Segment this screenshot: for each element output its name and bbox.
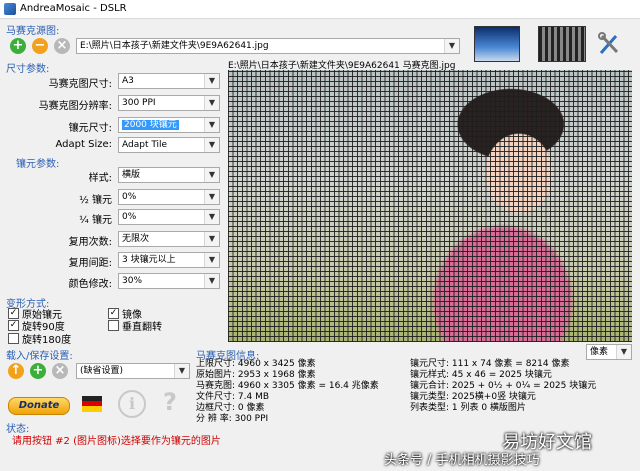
- reuse-count-label: 复用次数:: [68, 237, 112, 248]
- units-select[interactable]: 像素 ▼: [586, 344, 632, 360]
- style-label: 样式:: [88, 173, 112, 184]
- title-bar: AndreaMosaic - DSLR: [0, 0, 640, 19]
- original-tile-checkbox[interactable]: ✓: [8, 308, 19, 319]
- image-list-icon[interactable]: [474, 26, 520, 62]
- info-icon[interactable]: i: [118, 390, 146, 418]
- info-file-size: 文件尺寸: 7.4 MB: [196, 392, 270, 402]
- info-resolution: 分 辨 率: 300 PPI: [196, 414, 269, 424]
- color-change-label: 颜色修改:: [68, 279, 112, 290]
- source-path-select[interactable]: E:\照片\日本孩子\新建文件夹\9E9A62641.jpg ▼: [76, 38, 460, 54]
- add-image-button[interactable]: +: [10, 38, 26, 54]
- half-tile-value: 0%: [122, 192, 137, 202]
- resolution-value: 300 PPI: [122, 98, 156, 108]
- save-settings-button[interactable]: +: [30, 363, 46, 379]
- vertical-flip-checkbox[interactable]: [108, 320, 119, 331]
- info-tile-total: 镶元合计: 2025 + 0½ + 0¼ = 2025 块镶元: [410, 381, 597, 391]
- info-border-size: 边框尺寸: 0 像素: [196, 403, 265, 413]
- style-value: 横版: [122, 170, 141, 180]
- tile-count-label: 镶元尺寸:: [68, 123, 112, 134]
- adapt-size-label: Adapt Size:: [55, 139, 112, 150]
- load-settings-button[interactable]: ↑: [8, 363, 24, 379]
- resolution-select[interactable]: 300 PPI ▼: [118, 95, 220, 111]
- tile-count-value: 2000 块镶元: [122, 120, 179, 130]
- mirror-checkbox[interactable]: ✓: [108, 308, 119, 319]
- resolution-label: 马赛克图分辨率:: [38, 101, 112, 112]
- watermark-caption: 头条号 / 手机相机摄影技巧: [384, 453, 540, 468]
- delete-settings-button[interactable]: ×: [52, 363, 68, 379]
- preset-value: (缺省设置): [80, 366, 124, 376]
- rotate90-checkbox[interactable]: ✓: [8, 320, 19, 331]
- source-path-value: E:\照片\日本孩子\新建文件夹\9E9A62641.jpg: [80, 41, 269, 51]
- mosaic-size-label: 马赛克图尺寸:: [48, 79, 112, 90]
- adapt-size-value: Adapt Tile: [122, 140, 168, 150]
- quarter-tile-label: ¼ 镶元: [79, 215, 112, 226]
- tile-list-icon[interactable]: [538, 26, 586, 62]
- units-value: 像素: [590, 347, 609, 357]
- app-icon: [4, 3, 16, 15]
- mosaic-preview: [228, 70, 632, 342]
- chevron-down-icon: ▼: [444, 39, 459, 53]
- half-tile-select[interactable]: 0% ▼: [118, 189, 220, 205]
- mosaic-size-value: A3: [122, 76, 134, 86]
- reuse-distance-value: 3 块镶元以上: [122, 255, 176, 265]
- chevron-down-icon: ▼: [204, 74, 219, 88]
- chevron-down-icon: ▼: [174, 364, 189, 378]
- info-max-size: 上限尺寸: 4960 x 3425 像素: [196, 359, 316, 369]
- info-tile-layout: 镶元样式: 45 x 46 = 2025 块镶元: [410, 370, 552, 380]
- status-message: 请用按钮 #2 (图片图标)选择要作为镶元的图片: [12, 436, 221, 447]
- window-title: AndreaMosaic - DSLR: [20, 3, 127, 14]
- clear-button[interactable]: ×: [54, 38, 70, 54]
- style-select[interactable]: 横版 ▼: [118, 167, 220, 183]
- vertical-flip-label: 垂直翻转: [122, 322, 162, 333]
- donate-button[interactable]: Donate: [8, 397, 70, 415]
- rotate180-label: 旋转180度: [22, 335, 72, 346]
- chevron-down-icon: ▼: [204, 210, 219, 224]
- chevron-down-icon: ▼: [204, 232, 219, 246]
- info-list-type: 列表类型: 1 列表 0 横版图片: [410, 403, 526, 413]
- adapt-size-select[interactable]: Adapt Tile ▼: [118, 137, 220, 153]
- tile-count-select[interactable]: 2000 块镶元 ▼: [118, 117, 220, 133]
- preset-select[interactable]: (缺省设置) ▼: [76, 363, 190, 379]
- rotate180-checkbox[interactable]: [8, 333, 19, 344]
- info-original-image: 原始图片: 2953 x 1968 像素: [196, 370, 316, 380]
- chevron-down-icon: ▼: [204, 168, 219, 182]
- load-save-section-label: 载入/保存设置:: [6, 351, 73, 362]
- info-tile-size: 镶元尺寸: 111 x 74 像素 = 8214 像素: [410, 359, 570, 369]
- mosaic-size-select[interactable]: A3 ▼: [118, 73, 220, 89]
- chevron-down-icon: ▼: [204, 118, 219, 132]
- chevron-down-icon: ▼: [204, 190, 219, 204]
- color-change-value: 30%: [122, 276, 143, 286]
- half-tile-label: ½ 镶元: [79, 195, 112, 206]
- reuse-count-value: 无限次: [122, 234, 150, 244]
- reuse-count-select[interactable]: 无限次 ▼: [118, 231, 220, 247]
- chevron-down-icon: ▼: [204, 138, 219, 152]
- flag-icon[interactable]: [82, 396, 102, 412]
- color-change-select[interactable]: 30% ▼: [118, 273, 220, 289]
- chevron-down-icon: ▼: [616, 345, 631, 359]
- quarter-tile-value: 0%: [122, 212, 137, 222]
- chevron-down-icon: ▼: [204, 96, 219, 110]
- tile-section-label: 镶元参数:: [16, 159, 60, 170]
- help-icon[interactable]: ?: [160, 388, 180, 416]
- info-mosaic-size: 马赛克图: 4960 x 3305 像素 = 16.4 兆像素: [196, 381, 379, 391]
- chevron-down-icon: ▼: [204, 253, 219, 267]
- source-section-label: 马赛克源图:: [6, 26, 60, 37]
- info-tile-type: 镶元类型: 2025横+0竖 块镶元: [410, 392, 536, 402]
- reuse-distance-label: 复用间距:: [68, 258, 112, 269]
- chevron-down-icon: ▼: [204, 274, 219, 288]
- quarter-tile-select[interactable]: 0% ▼: [118, 209, 220, 225]
- reuse-distance-select[interactable]: 3 块镶元以上 ▼: [118, 252, 220, 268]
- tools-icon[interactable]: [598, 32, 620, 56]
- remove-image-button[interactable]: −: [32, 38, 48, 54]
- size-section-label: 尺寸参数:: [6, 64, 50, 75]
